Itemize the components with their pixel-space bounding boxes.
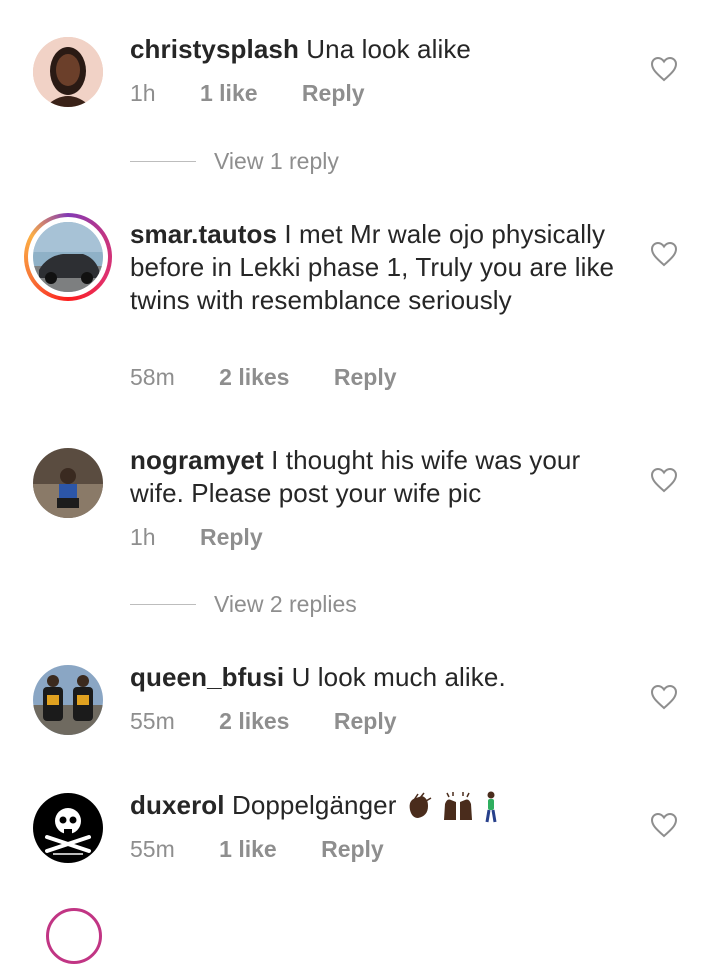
comment-username[interactable]: nogramyet [130, 445, 264, 475]
comment-body: U look much alike. [291, 662, 506, 692]
avatar[interactable] [33, 37, 103, 107]
comment-text: queen_bfusi U look much alike. [130, 661, 630, 694]
raising-hands-icon [444, 792, 473, 821]
comment-time: 1h [130, 80, 156, 106]
likes-count[interactable]: 1 like [200, 80, 258, 107]
avatar[interactable] [33, 793, 103, 863]
comment-body: Doppelgänger [231, 790, 397, 820]
comment-username[interactable]: queen_bfusi [130, 662, 284, 692]
comment-meta: 1h Reply [130, 524, 263, 551]
likes-count[interactable]: 1 like [219, 836, 277, 863]
comment-meta: 55m 1 like Reply [130, 836, 384, 863]
comment-text: christysplash Una look alike [130, 33, 630, 66]
view-replies-label: View 2 replies [214, 591, 357, 617]
avatar[interactable] [33, 448, 103, 518]
comment-username[interactable]: christysplash [130, 34, 299, 64]
comment-text: nogramyet I thought his wife was your wi… [130, 444, 630, 510]
story-ring[interactable] [24, 213, 112, 301]
comment-username[interactable]: duxerol [130, 790, 225, 820]
heart-outline-icon[interactable] [650, 241, 678, 267]
comment-time: 1h [130, 524, 156, 550]
comment-meta: 58m 2 likes Reply [130, 364, 397, 391]
comment-username[interactable]: smar.tautos [130, 219, 277, 249]
likes-count[interactable]: 2 likes [219, 708, 289, 735]
heart-outline-icon[interactable] [650, 684, 678, 710]
divider-line [130, 604, 196, 605]
view-replies-button[interactable]: View 2 replies [130, 591, 357, 618]
likes-count[interactable]: 2 likes [219, 364, 289, 391]
reply-button[interactable]: Reply [200, 524, 263, 551]
comment-text: duxerol Doppelgänger [130, 789, 630, 823]
next-comment-avatar-ring[interactable] [46, 908, 102, 964]
person-walking-icon [486, 791, 497, 823]
heart-outline-icon[interactable] [650, 56, 678, 82]
comment-body: Una look alike [306, 34, 471, 64]
clapping-hands-icon [409, 792, 432, 819]
reply-button[interactable]: Reply [334, 708, 397, 735]
view-replies-button[interactable]: View 1 reply [130, 148, 339, 175]
reply-button[interactable]: Reply [321, 836, 384, 863]
avatar [33, 222, 103, 292]
view-replies-label: View 1 reply [214, 148, 339, 174]
reply-button[interactable]: Reply [334, 364, 397, 391]
comment-time: 55m [130, 708, 175, 734]
comment-meta: 55m 2 likes Reply [130, 708, 397, 735]
comment-time: 58m [130, 364, 175, 390]
comment-text: smar.tautos I met Mr wale ojo physically… [130, 218, 630, 317]
comment-time: 55m [130, 836, 175, 862]
reply-button[interactable]: Reply [302, 80, 365, 107]
avatar[interactable] [33, 665, 103, 735]
divider-line [130, 161, 196, 162]
heart-outline-icon[interactable] [650, 467, 678, 493]
comment-meta: 1h 1 like Reply [130, 80, 365, 107]
heart-outline-icon[interactable] [650, 812, 678, 838]
